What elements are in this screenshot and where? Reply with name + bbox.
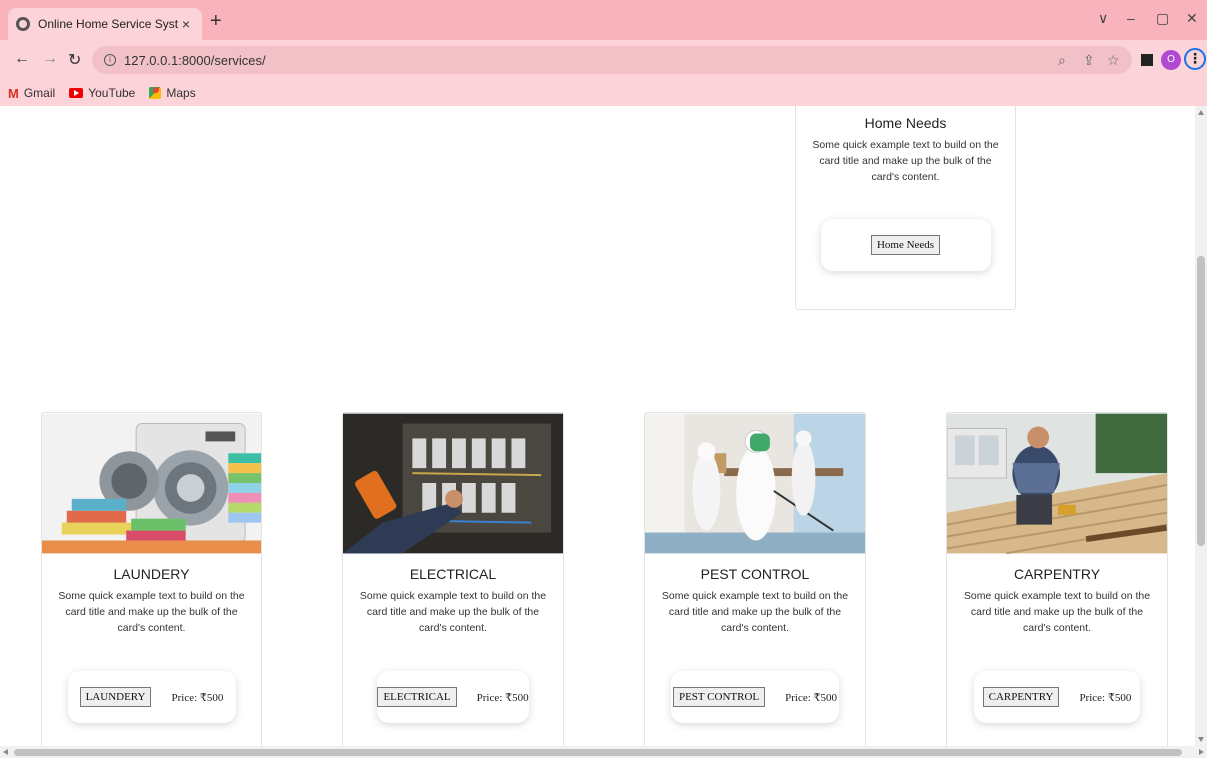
card-title: CARPENTRY (1013, 566, 1101, 582)
card-action-area: Home Needs (820, 219, 991, 271)
close-window-button[interactable]: ✕ (1186, 10, 1198, 27)
bookmarks-bar: M Gmail YouTube Maps (0, 80, 1207, 106)
service-card-home-needs: Home Needs Some quick example text to bu… (795, 106, 1016, 310)
address-bar[interactable]: i 127.0.0.1:8000/services/ (92, 46, 1132, 74)
pest-control-button[interactable]: PEST CONTROL (672, 687, 766, 707)
browser-toolbar: ← → ↻ i 127.0.0.1:8000/services/ ⌕ ⇪ ☆ (0, 40, 1207, 80)
service-card-laundery: LAUNDERY Some quick example text to buil… (41, 412, 262, 758)
zoom-icon[interactable]: ⌕ (1058, 52, 1066, 69)
side-panel-icon[interactable] (1141, 54, 1153, 66)
price-label: Price: ₹500 (171, 691, 224, 704)
service-card-carpentry: CARPENTRY Some quick example text to bui… (946, 412, 1168, 758)
browser-tab[interactable]: Online Home Service System × (8, 8, 202, 40)
bookmark-label: YouTube (88, 86, 136, 100)
back-arrow-icon[interactable]: ← (14, 50, 30, 68)
service-card-electrical: ELECTRICAL Some quick example text to bu… (342, 412, 564, 758)
forward-arrow-icon[interactable]: → (42, 50, 58, 68)
browser-menu-icon[interactable]: ⋮ (1184, 48, 1206, 70)
page-viewport: Home Needs Some quick example text to bu… (0, 106, 1207, 758)
card-text: Some quick example text to build on the … (812, 139, 999, 183)
card-text: Some quick example text to build on the … (963, 590, 1151, 634)
card-text: Some quick example text to build on the … (661, 590, 849, 634)
card-action-area: LAUNDERY Price: ₹500 (67, 671, 236, 723)
profile-avatar[interactable]: O (1161, 50, 1181, 70)
scroll-up-icon[interactable] (1198, 110, 1204, 115)
url-text[interactable]: 127.0.0.1:8000/services/ (124, 53, 266, 68)
price-label: Price: ₹500 (785, 691, 838, 704)
electrical-image (343, 413, 563, 554)
price-label: Price: ₹500 (476, 691, 529, 704)
card-title: Home Needs (864, 115, 947, 131)
card-action-area: ELECTRICAL Price: ₹500 (377, 671, 529, 723)
card-text: Some quick example text to build on the … (359, 590, 547, 634)
laundery-button[interactable]: LAUNDERY (79, 687, 152, 707)
card-title: PEST CONTROL (700, 566, 810, 582)
vertical-scroll-thumb[interactable] (1197, 256, 1205, 546)
card-title: LAUNDERY (113, 566, 190, 582)
bookmark-label: Gmail (23, 86, 56, 100)
maximize-button[interactable]: ▢ (1156, 10, 1169, 27)
share-icon[interactable]: ⇪ (1083, 52, 1095, 69)
gmail-icon: M (8, 85, 19, 101)
pest-control-image (645, 413, 865, 554)
globe-icon (16, 17, 30, 31)
vertical-scrollbar[interactable] (1195, 106, 1207, 746)
laundry-image (42, 413, 261, 554)
youtube-icon (69, 88, 84, 98)
electrical-button[interactable]: ELECTRICAL (377, 687, 457, 707)
card-action-area: CARPENTRY Price: ₹500 (974, 671, 1140, 723)
home-needs-button[interactable]: Home Needs (870, 235, 941, 255)
scroll-left-icon[interactable] (3, 749, 8, 755)
minimize-button[interactable]: – (1127, 10, 1135, 26)
card-action-area: PEST CONTROL Price: ₹500 (671, 671, 839, 723)
price-label: Price: ₹500 (1079, 691, 1132, 704)
tab-title: Online Home Service System (38, 17, 178, 31)
bookmark-maps[interactable]: Maps (149, 86, 196, 100)
card-title: ELECTRICAL (409, 566, 497, 582)
tab-search-icon[interactable]: ∨ (1098, 10, 1108, 27)
carpentry-button[interactable]: CARPENTRY (982, 687, 1060, 707)
site-info-icon[interactable]: i (104, 54, 116, 66)
reload-icon[interactable]: ↻ (68, 50, 81, 70)
bookmark-youtube[interactable]: YouTube (69, 86, 135, 100)
carpentry-image (947, 413, 1167, 554)
new-tab-button[interactable]: + (210, 11, 222, 31)
bookmark-label: Maps (166, 86, 196, 100)
tab-strip: Online Home Service System × + ∨ – ▢ ✕ (0, 0, 1207, 40)
scroll-down-icon[interactable] (1198, 737, 1204, 742)
bookmark-star-icon[interactable]: ☆ (1107, 52, 1120, 69)
bookmark-gmail[interactable]: M Gmail (8, 86, 55, 101)
horizontal-scroll-thumb[interactable] (14, 749, 1182, 756)
service-card-pest-control: PEST CONTROL Some quick example text to … (644, 412, 866, 758)
scroll-right-icon[interactable] (1199, 749, 1204, 755)
card-text: Some quick example text to build on the … (58, 590, 245, 634)
horizontal-scrollbar[interactable] (0, 746, 1207, 758)
close-tab-icon[interactable]: × (178, 16, 194, 32)
maps-icon (149, 87, 162, 99)
